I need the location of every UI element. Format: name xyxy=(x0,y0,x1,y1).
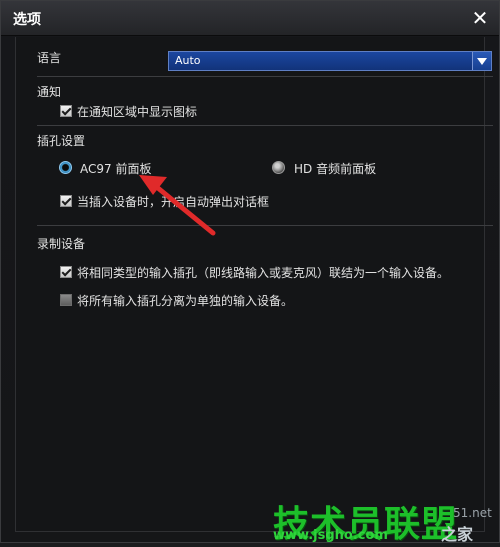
watermark-url: www.jsgho.com xyxy=(273,528,388,543)
watermark-side2: 之家 xyxy=(441,525,474,544)
annotation-arrow xyxy=(139,175,216,236)
watermark-side: 51.net xyxy=(453,506,492,520)
options-dialog: 选项 ✕ 语言 Auto 通知 在通知区域中显示图标 插孔设置 AC97 前面板… xyxy=(0,0,500,545)
